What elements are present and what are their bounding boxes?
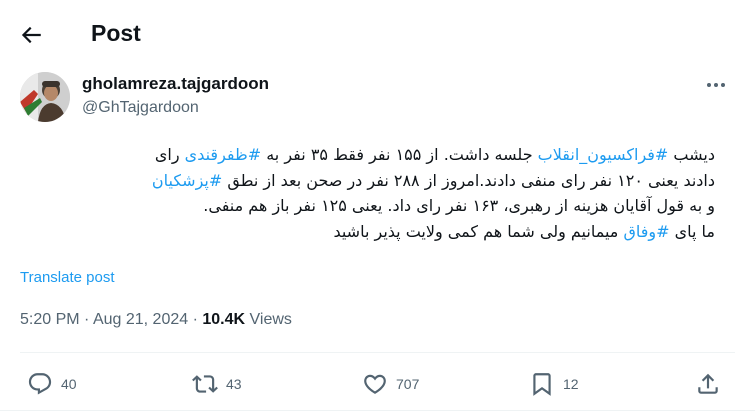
post-text-line: دادند یعنی ۱۲۰ نفر رای منفی دادند.امروز … bbox=[20, 168, 715, 194]
bookmark-count: 12 bbox=[563, 376, 579, 392]
page-title: Post bbox=[91, 20, 141, 46]
post-meta: 5:20 PM · Aug 21, 2024 · 10.4K Views bbox=[20, 311, 292, 329]
bookmark-button[interactable]: 12 bbox=[529, 370, 579, 398]
avatar[interactable] bbox=[20, 72, 70, 122]
post-header: Post bbox=[0, 0, 755, 68]
like-count: 707 bbox=[396, 376, 420, 392]
arrow-left-icon bbox=[21, 26, 41, 44]
post-text-segment: رای bbox=[154, 145, 185, 164]
hashtag-link[interactable]: #ظفرقندی bbox=[185, 145, 261, 164]
hashtag-link[interactable]: #فراکسیون_انقلاب bbox=[538, 145, 669, 164]
post-time[interactable]: 5:20 PM bbox=[20, 311, 80, 328]
repost-icon bbox=[192, 375, 218, 393]
translate-post-link[interactable]: Translate post bbox=[20, 269, 115, 286]
post-date[interactable]: Aug 21, 2024 bbox=[93, 311, 188, 328]
divider bbox=[0, 410, 755, 411]
post-text-segment: ما پای bbox=[669, 221, 715, 241]
hashtag-link[interactable]: #پزشکیان bbox=[152, 171, 222, 190]
like-button[interactable]: 707 bbox=[362, 370, 419, 398]
share-button[interactable] bbox=[695, 370, 721, 398]
meta-separator: · bbox=[84, 311, 90, 328]
reply-count: 40 bbox=[61, 376, 77, 392]
post-text-segment: و به قول آقایان هزینه از رهبری، ۱۶۳ نفر … bbox=[203, 196, 715, 215]
views-count: 10.4K bbox=[202, 311, 246, 328]
hashtag-link[interactable]: #وفاق bbox=[623, 222, 669, 241]
post-text-line: و به قول آقایان هزینه از رهبری، ۱۶۳ نفر … bbox=[20, 193, 715, 219]
divider bbox=[20, 352, 735, 353]
post-text-segment: جلسه داشت. از ۱۵۵ نفر فقط ۳۵ نفر به bbox=[261, 145, 538, 164]
post-text-segment: دیشب bbox=[668, 145, 715, 164]
views-label: Views bbox=[249, 311, 292, 328]
share-icon bbox=[698, 373, 718, 394]
post-text-line: دیشب #فراکسیون_انقلاب جلسه داشت. از ۱۵۵ … bbox=[20, 142, 715, 168]
more-options-button[interactable] bbox=[702, 74, 730, 96]
reply-icon bbox=[28, 373, 52, 395]
bookmark-icon bbox=[533, 373, 551, 396]
meta-separator: · bbox=[192, 311, 198, 328]
heart-icon bbox=[364, 374, 386, 394]
back-button[interactable] bbox=[18, 22, 44, 48]
reply-button[interactable]: 40 bbox=[27, 370, 77, 398]
more-icon bbox=[707, 83, 725, 87]
repost-button[interactable]: 43 bbox=[192, 370, 242, 398]
author-handle[interactable]: @GhTajgardoon bbox=[82, 99, 199, 117]
profile-photo-icon bbox=[20, 72, 70, 122]
post-text-segment: دادند یعنی ۱۲۰ نفر رای منفی دادند.امروز … bbox=[222, 170, 715, 190]
post-text-segment: میمانیم ولی شما هم کمی ولایت پذیر باشید bbox=[333, 221, 624, 241]
author-name[interactable]: gholamreza.tajgardoon bbox=[82, 74, 269, 94]
post-text: دیشب #فراکسیون_انقلاب جلسه داشت. از ۱۵۵ … bbox=[20, 142, 715, 244]
repost-count: 43 bbox=[226, 376, 242, 392]
post-text-line: ما پای #وفاق میمانیم ولی شما هم کمی ولای… bbox=[20, 219, 715, 245]
